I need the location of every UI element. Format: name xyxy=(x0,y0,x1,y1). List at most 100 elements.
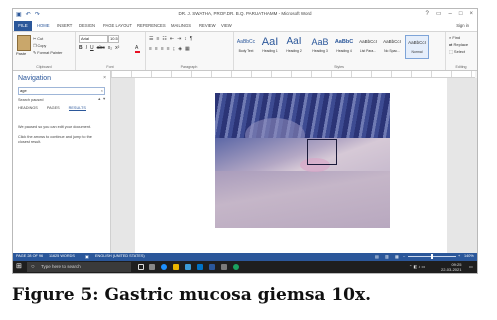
style-normal[interactable]: AaBbCcI Normal xyxy=(405,35,429,59)
ruler-ticks xyxy=(111,71,475,77)
zoom-slider-handle[interactable] xyxy=(431,254,433,259)
bullets-icon[interactable]: ☰ xyxy=(149,36,153,42)
print-layout-icon[interactable]: ▥ xyxy=(385,254,389,259)
result-navigation-arrows[interactable]: ▲ ▼ xyxy=(97,97,106,101)
subscript-button[interactable]: x₂ xyxy=(108,45,112,51)
style-heading-2[interactable]: AaI Heading 2 xyxy=(283,35,305,57)
restore-button[interactable]: □ xyxy=(459,10,463,19)
decrease-indent-icon[interactable]: ⇤ xyxy=(170,36,174,42)
line-spacing-icon[interactable]: ↨ xyxy=(173,46,176,52)
app-icon[interactable] xyxy=(221,264,227,270)
tab-view[interactable]: VIEW xyxy=(221,23,232,28)
document-page[interactable] xyxy=(135,78,447,253)
multilevel-list-icon[interactable]: ☷ xyxy=(162,36,166,42)
page-count[interactable]: PAGE 28 OF 96 xyxy=(16,254,43,258)
tab-headings[interactable]: HEADINGS xyxy=(18,106,38,111)
font-color-button[interactable]: A xyxy=(135,45,140,53)
calculator-icon[interactable] xyxy=(149,264,155,270)
windows-start-icon[interactable]: ⊞ xyxy=(16,263,22,271)
align-center-icon[interactable]: ≡ xyxy=(155,46,158,52)
copy-button[interactable]: ❐ Copy xyxy=(33,43,46,48)
paste-button[interactable]: Paste xyxy=(16,51,26,56)
style-sample: AaBbC xyxy=(334,39,354,45)
borders-icon[interactable]: ▦ xyxy=(185,46,190,52)
shading-icon[interactable]: ◈ xyxy=(178,46,182,52)
help-icon[interactable]: ? xyxy=(426,10,429,19)
replace-button[interactable]: ⇄ Replace xyxy=(449,42,468,47)
italic-button[interactable]: I xyxy=(86,45,87,51)
read-mode-icon[interactable]: ▤ xyxy=(375,254,379,259)
word-icon[interactable] xyxy=(209,264,215,270)
sign-in-link[interactable]: Sign in xyxy=(456,23,469,28)
proofing-icon[interactable]: ▣ xyxy=(85,254,89,259)
tab-home[interactable]: HOME xyxy=(37,23,50,28)
style-heading-3[interactable]: AaB Heading 3 xyxy=(309,35,331,57)
tab-references[interactable]: REFERENCES xyxy=(137,23,166,28)
zoom-out-icon[interactable]: – xyxy=(403,254,405,258)
zoom-in-icon[interactable]: + xyxy=(458,254,460,258)
notifications-icon[interactable]: ▭ xyxy=(469,264,473,269)
style-list-paragraph[interactable]: AaBbCcI List Para... xyxy=(357,35,379,57)
taskbar-search-box[interactable]: ○ Type here to search xyxy=(27,262,131,272)
zoom-level[interactable]: 140% xyxy=(464,254,474,258)
microscopy-image[interactable] xyxy=(215,93,390,228)
close-button[interactable]: × xyxy=(469,10,473,19)
file-explorer-icon[interactable] xyxy=(173,264,179,270)
tab-review[interactable]: REVIEW xyxy=(199,23,216,28)
style-no-spacing[interactable]: AaBbCcI No Spac... xyxy=(381,35,403,57)
font-name-field[interactable]: Arial xyxy=(79,35,108,43)
show-marks-icon[interactable]: ¶ xyxy=(190,36,193,42)
justify-icon[interactable]: ≡ xyxy=(167,46,170,52)
editing-group-label: Editing xyxy=(455,65,467,69)
tab-file[interactable]: FILE xyxy=(14,21,32,31)
store-icon[interactable] xyxy=(185,264,191,270)
window-controls: ? ▭ – □ × xyxy=(426,10,474,19)
numbering-icon[interactable]: ≡ xyxy=(156,36,159,42)
tab-mailings[interactable]: MAILINGS xyxy=(171,23,191,28)
horizontal-ruler[interactable] xyxy=(111,71,475,78)
bold-button[interactable]: B xyxy=(79,45,83,51)
align-right-icon[interactable]: ≡ xyxy=(161,46,164,52)
web-layout-icon[interactable]: ▦ xyxy=(395,254,399,259)
style-body-text[interactable]: AaBbCc Body Text xyxy=(235,35,257,57)
tab-page-layout[interactable]: PAGE LAYOUT xyxy=(103,23,132,28)
strikethrough-button[interactable]: abc xyxy=(97,45,105,51)
select-button[interactable]: ⬚ Select xyxy=(449,49,465,54)
find-label: Find xyxy=(452,35,461,40)
cut-button[interactable]: ✂ Cut xyxy=(33,36,43,41)
document-area[interactable] xyxy=(111,78,477,253)
edge-icon[interactable] xyxy=(161,264,167,270)
close-icon[interactable]: × xyxy=(103,75,106,81)
superscript-button[interactable]: x² xyxy=(115,45,119,51)
find-button[interactable]: ⌕ Find xyxy=(449,35,460,40)
underline-button[interactable]: U xyxy=(90,45,94,51)
word-count[interactable]: 11625 WORDS xyxy=(49,254,75,258)
tab-design[interactable]: DESIGN xyxy=(79,23,95,28)
style-heading-4[interactable]: AaBbC Heading 4 xyxy=(333,35,355,57)
tab-pages[interactable]: PAGES xyxy=(47,106,60,111)
system-tray-icons[interactable]: ⌃ ◧ ♪ ▭ xyxy=(409,264,425,269)
tab-insert[interactable]: INSERT xyxy=(57,23,72,28)
minimize-button[interactable]: – xyxy=(449,10,452,19)
sort-icon[interactable]: ↕ xyxy=(184,36,187,42)
task-view-icon[interactable] xyxy=(138,264,144,270)
font-size-field[interactable]: 10.5 xyxy=(108,35,119,43)
style-heading-1[interactable]: AaI Heading 1 xyxy=(259,35,281,57)
paused-message: We paused so you can edit your document. xyxy=(18,125,91,129)
paste-icon[interactable] xyxy=(17,35,31,51)
language-indicator[interactable]: ENGLISH (UNITED STATES) xyxy=(95,254,145,258)
mail-icon[interactable] xyxy=(197,264,203,270)
taskbar-search-placeholder: Type here to search xyxy=(41,264,81,269)
ribbon: Paste ✂ Cut ❐ Copy ✎ Format Painter Clip… xyxy=(13,32,477,71)
ribbon-options-icon[interactable]: ▭ xyxy=(436,10,442,19)
copy-label: Copy xyxy=(37,44,47,48)
taskbar-clock[interactable]: 09:25 22-03-2021 xyxy=(441,262,461,272)
tab-results[interactable]: RESULTS xyxy=(68,106,86,111)
align-left-icon[interactable]: ≡ xyxy=(149,46,152,52)
clear-search-icon[interactable]: × xyxy=(101,88,103,94)
increase-indent-icon[interactable]: ⇥ xyxy=(177,36,181,42)
format-painter-button[interactable]: ✎ Format Painter xyxy=(33,50,62,55)
navigation-search-input[interactable]: age × xyxy=(18,87,105,95)
select-label: Select xyxy=(453,49,466,54)
chrome-icon[interactable] xyxy=(233,264,239,270)
